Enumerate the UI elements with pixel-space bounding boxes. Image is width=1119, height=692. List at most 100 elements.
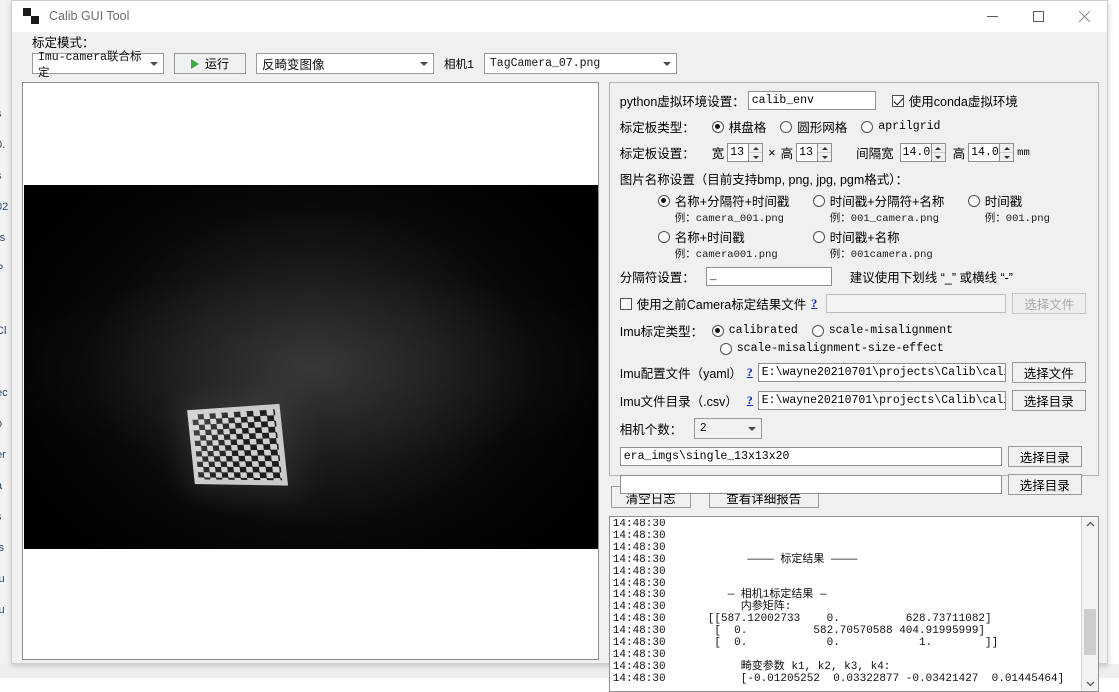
- stepper-buttons[interactable]: [931, 144, 945, 161]
- stepper-up-icon[interactable]: [1000, 144, 1013, 153]
- imu-yaml-value: E:\wayne20210701\projects\Calib\calib_im…: [762, 366, 1006, 379]
- log-line: 14:48:30 畸变参数 k1, k2, k3, k4:: [613, 662, 1081, 674]
- log-line: 14:48:30: [613, 519, 1081, 531]
- select-image-dir-1-button[interactable]: 选择目录: [1008, 446, 1082, 467]
- background-text-fragment: er: [0, 449, 6, 461]
- imu-type-option-calibrated[interactable]: calibrated: [712, 324, 798, 337]
- board-type-label: 标定板类型：: [620, 117, 712, 136]
- board-type-option-label: 圆形网格: [797, 117, 847, 136]
- run-label: 运行: [205, 55, 229, 72]
- radio-icon: [812, 325, 824, 337]
- help-question-icon[interactable]: ?: [811, 296, 817, 311]
- name-rule-options-row-2: 名称+时间戳 例：camera001.png 时间戳+名称 例：001camer…: [658, 227, 1090, 261]
- board-type-option-chessboard[interactable]: 棋盘格: [712, 117, 767, 136]
- board-type-option-aprilgrid[interactable]: aprilgrid: [861, 120, 940, 133]
- background-text-fragment: s: [0, 108, 2, 120]
- preview-canvas: [24, 185, 599, 549]
- checkerboard-target: [187, 404, 288, 486]
- imu-csv-row: Imu文件目录（.csv） ? E:\wayne20210701\project…: [620, 390, 1090, 411]
- checkbox-box-icon: [620, 298, 632, 310]
- name-rule-option-3[interactable]: 时间戳 例：001.png: [968, 191, 1078, 225]
- log-message: ———— 标定结果 ————: [675, 555, 858, 567]
- log-scrollbar[interactable]: [1081, 517, 1098, 691]
- spacing-width-stepper[interactable]: 14.00: [900, 143, 946, 162]
- help-question-icon[interactable]: ?: [747, 393, 753, 408]
- background-text-fragment: lu: [0, 573, 5, 585]
- background-text-fragment: ec: [0, 387, 8, 399]
- stepper-down-icon[interactable]: [818, 153, 831, 161]
- image-dir-2-input[interactable]: [620, 475, 1002, 494]
- radio-icon: [861, 121, 873, 133]
- stepper-up-icon[interactable]: [932, 144, 945, 153]
- unit-label: mm: [1017, 147, 1030, 159]
- board-type-option-circlegrid[interactable]: 圆形网格: [780, 117, 847, 136]
- run-button[interactable]: 运行: [174, 53, 246, 74]
- imu-type-row-2: scale-misalignment-size-effect: [620, 342, 1090, 355]
- use-conda-checkbox[interactable]: 使用conda虚拟环境: [892, 91, 1018, 110]
- help-question-icon[interactable]: ?: [747, 365, 753, 380]
- name-rule-option-label: 时间戳+分隔符+名称: [830, 191, 945, 210]
- imu-csv-value: E:\wayne20210701\projects\Calib\calib_im…: [762, 394, 1006, 407]
- previous-result-path-input[interactable]: [826, 294, 1006, 313]
- camera-count-value: 2: [700, 422, 707, 435]
- chevron-down-icon: [420, 62, 428, 67]
- name-rule-option-1[interactable]: 名称+分隔符+时间戳 例：camera_001.png: [658, 191, 813, 225]
- name-rule-option-4[interactable]: 名称+时间戳 例：camera001.png: [658, 227, 813, 261]
- stepper-down-icon[interactable]: [932, 153, 945, 161]
- imu-type-option-size-effect[interactable]: scale-misalignment-size-effect: [720, 342, 944, 355]
- name-rule-option-5[interactable]: 时间戳+名称 例：001camera.png: [813, 227, 968, 261]
- scrollbar-thumb[interactable]: [1084, 609, 1096, 655]
- imu-csv-input[interactable]: E:\wayne20210701\projects\Calib\calib_im…: [758, 391, 1006, 410]
- stepper-down-icon[interactable]: [749, 153, 762, 161]
- log-line: 14:48:30 [ 0. 0. 1. ]]: [613, 638, 1081, 650]
- spacing-height-stepper[interactable]: 14.00: [968, 143, 1014, 162]
- use-previous-result-label: 使用之前Camera标定结果文件: [637, 294, 806, 313]
- log-output[interactable]: 14:48:30 14:48:30 14:48:30 14:48:30 ———— 标定…: [609, 516, 1099, 692]
- stepper-down-icon[interactable]: [1000, 153, 1013, 161]
- log-message: [ 0. 0. 1. ]]: [675, 638, 998, 650]
- board-height-stepper[interactable]: 13: [796, 143, 832, 162]
- select-previous-result-file-button[interactable]: 选择文件: [1012, 293, 1086, 314]
- python-env-input[interactable]: calib_env: [748, 91, 876, 110]
- select-image-dir-2-button[interactable]: 选择目录: [1008, 474, 1082, 495]
- right-panel: python虚拟环境设置： calib_env 使用conda虚拟环境 标定板类…: [609, 80, 1099, 692]
- use-previous-result-checkbox[interactable]: 使用之前Camera标定结果文件: [620, 294, 806, 313]
- image-file-select[interactable]: TagCamera_07.png: [484, 53, 677, 74]
- stepper-up-icon[interactable]: [818, 144, 831, 153]
- scroll-up-icon[interactable]: [1082, 517, 1098, 532]
- select-imu-yaml-label: 选择文件: [1024, 363, 1074, 382]
- image-dir-2-row: 选择目录: [620, 474, 1090, 495]
- separator-row: 分隔符设置： _ 建议使用下划线 “_” 或横线 “-”: [620, 267, 1090, 286]
- play-icon: [191, 59, 199, 69]
- separator-hint: 建议使用下划线 “_” 或横线 “-”: [850, 267, 1013, 286]
- imu-yaml-input[interactable]: E:\wayne20210701\projects\Calib\calib_im…: [758, 363, 1006, 382]
- minimize-button[interactable]: [969, 1, 1015, 31]
- image-dir-1-input[interactable]: era_imgs\single_13x13x20: [620, 447, 1002, 466]
- scroll-down-icon[interactable]: [1082, 676, 1098, 691]
- imu-type-option-scale-misalignment[interactable]: scale-misalignment: [812, 324, 953, 337]
- main-content: python虚拟环境设置： calib_env 使用conda虚拟环境 标定板类…: [12, 80, 1107, 692]
- calibration-mode-value: Imu-camera联合标定: [38, 48, 143, 80]
- separator-input[interactable]: _: [706, 267, 832, 286]
- stepper-up-icon[interactable]: [749, 144, 762, 153]
- close-button[interactable]: [1061, 1, 1107, 31]
- view-mode-select[interactable]: 反畸变图像: [256, 53, 434, 74]
- camera-index-label: 相机1: [444, 56, 474, 72]
- name-rule-option-2[interactable]: 时间戳+分隔符+名称 例：001_camera.png: [813, 191, 968, 225]
- maximize-button[interactable]: [1015, 1, 1061, 31]
- stepper-buttons[interactable]: [748, 144, 762, 161]
- imu-type-option-label: scale-misalignment: [829, 324, 953, 337]
- stepper-buttons[interactable]: [817, 144, 831, 161]
- select-imu-csv-dir-button[interactable]: 选择目录: [1012, 390, 1086, 411]
- select-imu-yaml-button[interactable]: 选择文件: [1012, 362, 1086, 383]
- imu-type-label: Imu标定类型：: [620, 321, 712, 340]
- calibration-image-preview[interactable]: [22, 82, 599, 660]
- stepper-buttons[interactable]: [999, 144, 1013, 161]
- radio-icon: [712, 121, 724, 133]
- calibration-mode-select[interactable]: Imu-camera联合标定: [32, 53, 164, 74]
- board-width-stepper[interactable]: 13: [727, 143, 763, 162]
- background-text-fragment: rs: [0, 232, 5, 244]
- background-text-fragment: 02: [0, 201, 8, 213]
- camera-count-select[interactable]: 2: [694, 418, 762, 439]
- image-dir-1-row: era_imgs\single_13x13x20 选择目录: [620, 446, 1090, 467]
